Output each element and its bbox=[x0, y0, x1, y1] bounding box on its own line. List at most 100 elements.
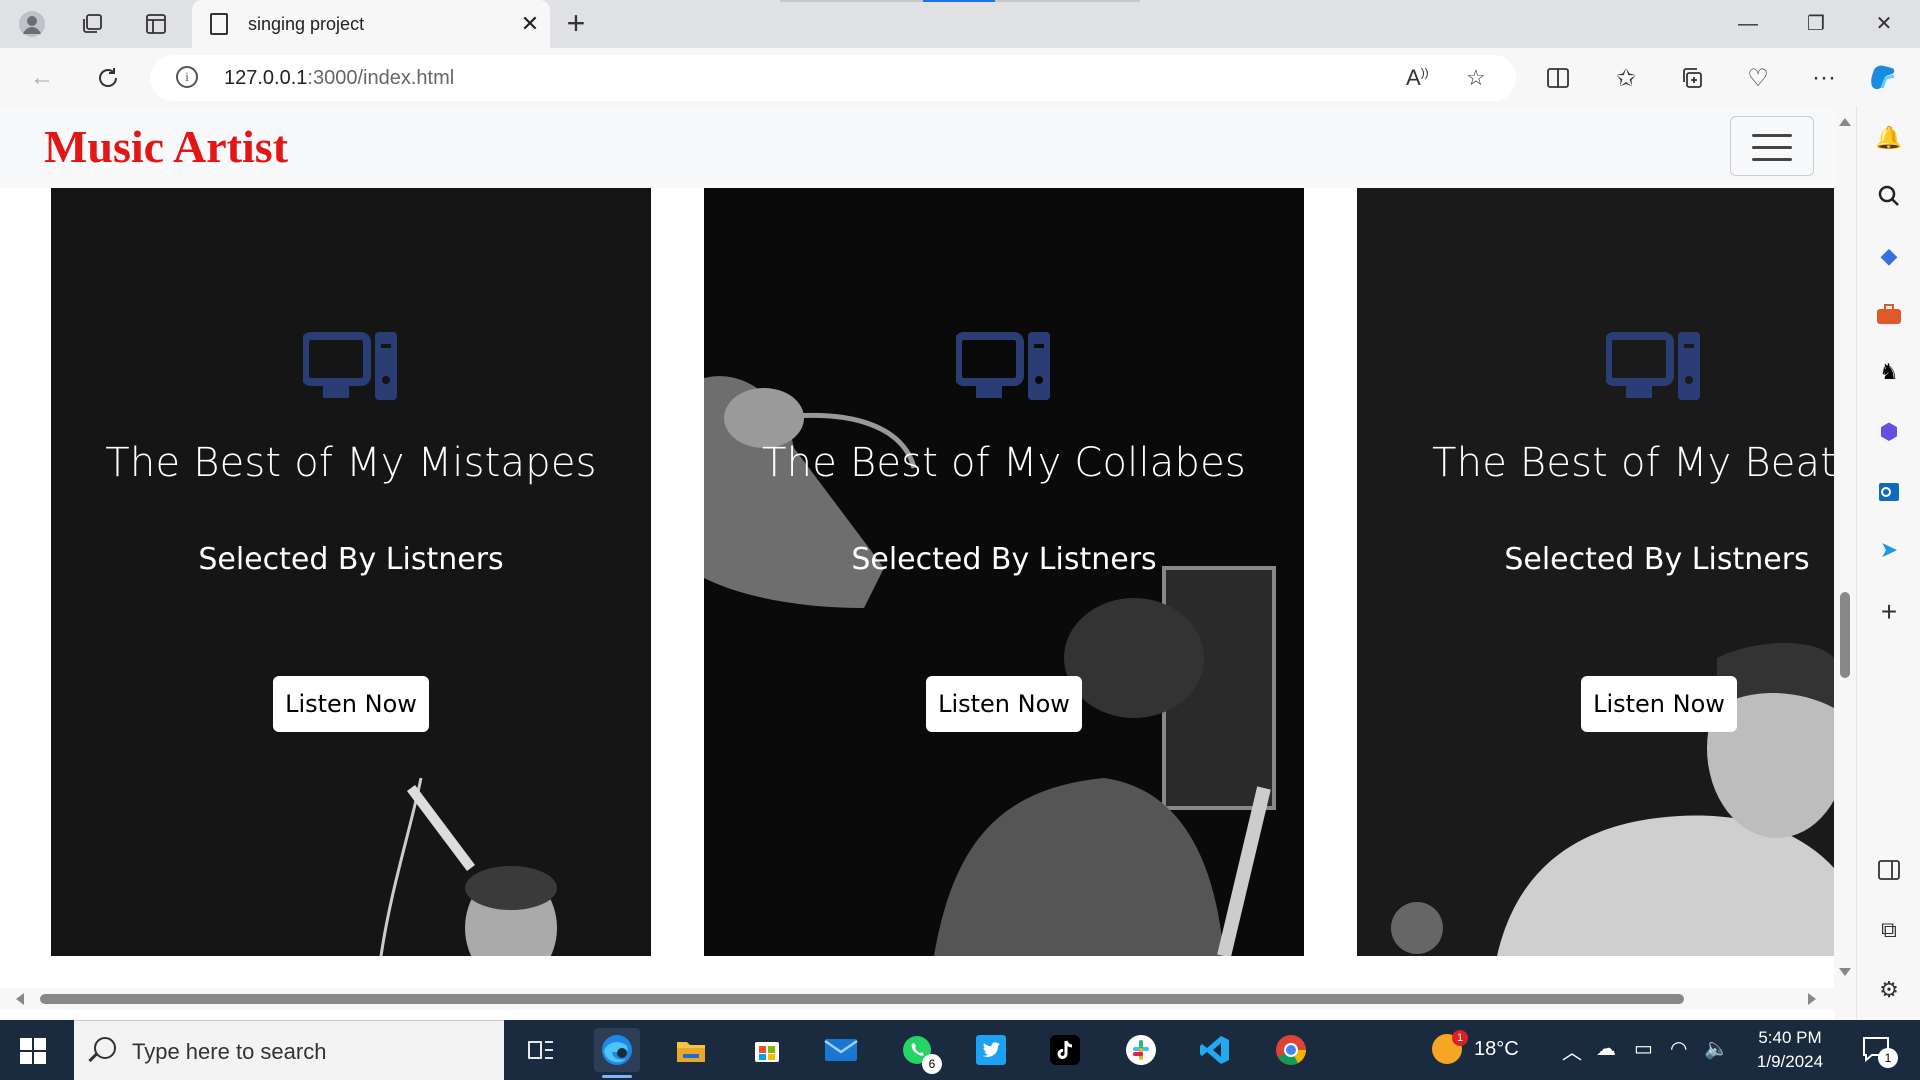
notifications-bell-icon[interactable]: 🔔 bbox=[1873, 122, 1905, 154]
copilot-icon[interactable] bbox=[1866, 60, 1902, 96]
browser-toolbar: ← i 127.0.0.1:3000/index.html A)) ☆ ✩ ♡ … bbox=[0, 48, 1920, 106]
card-beats: The Best of My Beates Selected By Listne… bbox=[1357, 188, 1834, 956]
tools-briefcase-icon[interactable] bbox=[1873, 298, 1905, 330]
temperature-text: 18°C bbox=[1474, 1037, 1519, 1060]
microsoft-365-icon[interactable]: ⬢ bbox=[1873, 416, 1905, 448]
menu-toggle-button[interactable] bbox=[1730, 116, 1814, 176]
listen-now-button[interactable]: Listen Now bbox=[1581, 676, 1737, 732]
volume-icon[interactable]: 🔈 bbox=[1704, 1036, 1729, 1061]
desktop-computer-icon bbox=[1606, 332, 1700, 400]
scroll-down-arrow[interactable] bbox=[1839, 968, 1851, 976]
weather-widget[interactable]: 1 18°C bbox=[1432, 1030, 1519, 1064]
browser-titlebar: singing project ✕ + — ❐ ✕ bbox=[0, 0, 1920, 48]
back-icon[interactable]: ← bbox=[24, 60, 60, 96]
search-icon bbox=[94, 1037, 116, 1059]
hscroll-thumb[interactable] bbox=[40, 994, 1684, 1004]
edge-sidebar: 🔔 ◆ ♞ ⬢ ➤ + ⧉ ⚙ bbox=[1856, 106, 1920, 1020]
workspaces-icon[interactable] bbox=[78, 10, 106, 38]
browser-essentials-icon[interactable]: ♡ bbox=[1740, 60, 1776, 96]
taskbar-search-box[interactable]: Type here to search bbox=[74, 1020, 504, 1080]
scroll-up-arrow[interactable] bbox=[1839, 118, 1851, 126]
windows-taskbar: Type here to search 6 1 18°C ︿ ☁ ▭ ◠ 🔈 5 bbox=[0, 1020, 1920, 1080]
edge-browser-icon[interactable] bbox=[594, 1028, 640, 1078]
slack-icon[interactable] bbox=[1118, 1028, 1164, 1072]
hamburger-line bbox=[1752, 146, 1792, 149]
browser-tab[interactable]: singing project ✕ bbox=[192, 0, 550, 48]
site-brand[interactable]: Music Artist bbox=[44, 120, 288, 173]
search-placeholder: Type here to search bbox=[132, 1039, 327, 1064]
card-subtitle: Selected By Listners bbox=[1504, 542, 1810, 577]
listen-now-button[interactable]: Listen Now bbox=[926, 676, 1082, 732]
split-screen-icon[interactable] bbox=[1540, 60, 1576, 96]
tab-title: singing project bbox=[248, 13, 365, 34]
shopping-tag-icon[interactable]: ◆ bbox=[1873, 240, 1905, 272]
card-title: The Best of My Mistapes bbox=[105, 440, 597, 486]
twitter-icon[interactable] bbox=[968, 1028, 1014, 1072]
battery-icon[interactable]: ▭ bbox=[1634, 1036, 1653, 1061]
url-text: 127.0.0.1:3000/index.html bbox=[224, 67, 455, 89]
microsoft-store-icon[interactable] bbox=[744, 1028, 790, 1072]
system-clock[interactable]: 5:40 PM 1/9/2024 bbox=[1740, 1026, 1840, 1074]
file-explorer-icon[interactable] bbox=[668, 1028, 714, 1072]
scroll-right-arrow[interactable] bbox=[1808, 993, 1816, 1005]
outlook-icon[interactable] bbox=[1873, 476, 1905, 508]
mail-icon[interactable] bbox=[818, 1028, 864, 1072]
drop-send-icon[interactable]: ➤ bbox=[1873, 534, 1905, 566]
games-chess-icon[interactable]: ♞ bbox=[1873, 356, 1905, 388]
card-subtitle: Selected By Listners bbox=[851, 542, 1157, 577]
read-aloud-icon[interactable]: A)) bbox=[1406, 65, 1429, 91]
more-options-icon[interactable]: ··· bbox=[1806, 60, 1842, 96]
wifi-icon[interactable]: ◠ bbox=[1670, 1036, 1687, 1061]
restore-icon[interactable]: ❐ bbox=[1788, 8, 1844, 40]
horizontal-scrollbar[interactable] bbox=[0, 988, 1834, 1010]
tiktok-icon[interactable] bbox=[1042, 1028, 1088, 1072]
windows-start-icon[interactable] bbox=[20, 1038, 46, 1064]
notification-badge: 1 bbox=[1878, 1048, 1898, 1068]
page-icon bbox=[210, 13, 228, 35]
hide-sidebar-icon[interactable] bbox=[1873, 854, 1905, 886]
desktop-computer-icon bbox=[303, 332, 397, 400]
hamburger-line bbox=[1752, 158, 1792, 161]
card-subtitle: Selected By Listners bbox=[198, 542, 504, 577]
hamburger-icon bbox=[1752, 134, 1792, 137]
show-hidden-icons-chevron-icon[interactable]: ︿ bbox=[1562, 1036, 1582, 1065]
site-navbar: Music Artist bbox=[0, 106, 1834, 188]
site-info-icon[interactable]: i bbox=[176, 66, 198, 88]
weather-badge: 1 bbox=[1452, 1030, 1468, 1046]
card-title: The Best of My Collabes bbox=[762, 440, 1246, 486]
vscode-icon[interactable] bbox=[1192, 1028, 1238, 1072]
vertical-scrollbar[interactable] bbox=[1834, 106, 1856, 1020]
profile-icon[interactable] bbox=[18, 10, 46, 38]
task-view-icon[interactable] bbox=[518, 1028, 564, 1072]
sun-weather-icon: 1 bbox=[1432, 1030, 1468, 1064]
onedrive-cloud-icon[interactable]: ☁ bbox=[1596, 1036, 1616, 1061]
notification-center-icon[interactable]: 1 bbox=[1862, 1036, 1898, 1068]
favorite-star-icon[interactable]: ☆ bbox=[1466, 65, 1486, 91]
desktop-computer-icon bbox=[956, 332, 1050, 400]
listen-now-button[interactable]: Listen Now bbox=[273, 676, 429, 732]
card-collabs: The Best of My Collabes Selected By List… bbox=[704, 188, 1304, 956]
clock-date: 1/9/2024 bbox=[1756, 1052, 1824, 1071]
collections-icon[interactable] bbox=[1674, 60, 1710, 96]
tab-actions-icon[interactable] bbox=[142, 10, 170, 38]
search-icon[interactable] bbox=[1873, 180, 1905, 212]
new-tab-icon[interactable]: + bbox=[560, 7, 592, 40]
close-window-icon[interactable]: ✕ bbox=[1856, 8, 1912, 40]
open-external-icon[interactable]: ⧉ bbox=[1873, 914, 1905, 946]
refresh-icon[interactable] bbox=[90, 60, 126, 96]
scroll-left-arrow[interactable] bbox=[16, 993, 24, 1005]
clock-time: 5:40 PM bbox=[1758, 1028, 1822, 1047]
whatsapp-badge: 6 bbox=[922, 1054, 942, 1074]
settings-gear-icon[interactable]: ⚙ bbox=[1873, 974, 1905, 1006]
close-tab-icon[interactable]: ✕ bbox=[516, 11, 544, 37]
card-title: The Best of My Beates bbox=[1432, 440, 1834, 486]
page-viewport: Music Artist The Best of My Mistapes Sel… bbox=[0, 106, 1856, 1020]
add-sidebar-app-icon[interactable]: + bbox=[1873, 596, 1905, 628]
scroll-thumb[interactable] bbox=[1840, 592, 1850, 678]
address-bar[interactable]: i 127.0.0.1:3000/index.html A)) ☆ bbox=[150, 55, 1516, 101]
favorites-icon[interactable]: ✩ bbox=[1608, 60, 1644, 96]
minimize-icon[interactable]: — bbox=[1720, 8, 1776, 40]
chrome-icon[interactable] bbox=[1268, 1028, 1314, 1072]
whatsapp-icon[interactable]: 6 bbox=[894, 1028, 942, 1074]
loading-indicator bbox=[780, 0, 1140, 2]
